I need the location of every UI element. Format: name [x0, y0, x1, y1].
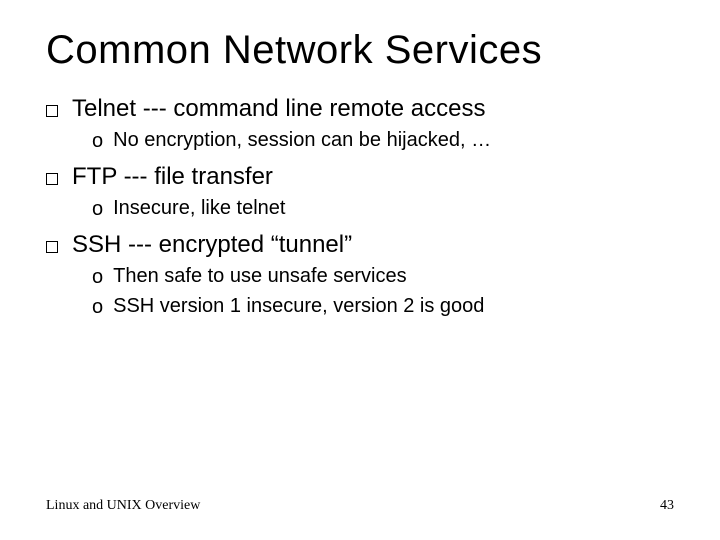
sub-list: o Then safe to use unsafe services o SSH…: [92, 265, 674, 319]
circle-bullet-icon: o: [92, 198, 103, 221]
footer-left: Linux and UNIX Overview: [46, 498, 200, 514]
list-item-text: Telnet --- command line remote access: [72, 95, 485, 123]
sub-item: o SSH version 1 insecure, version 2 is g…: [92, 295, 674, 319]
circle-bullet-icon: o: [92, 266, 103, 289]
slide-footer: Linux and UNIX Overview 43: [46, 498, 674, 514]
sub-item-text: No encryption, session can be hijacked, …: [113, 129, 491, 152]
list-item: Telnet --- command line remote access: [46, 95, 674, 123]
sub-item-text: Insecure, like telnet: [113, 197, 285, 220]
circle-bullet-icon: o: [92, 130, 103, 153]
square-bullet-icon: [46, 105, 58, 117]
square-bullet-icon: [46, 241, 58, 253]
sub-list: o No encryption, session can be hijacked…: [92, 129, 674, 153]
sub-list: o Insecure, like telnet: [92, 197, 674, 221]
bullet-list: Telnet --- command line remote access o …: [46, 95, 674, 319]
sub-item: o Insecure, like telnet: [92, 197, 674, 221]
sub-item-text: SSH version 1 insecure, version 2 is goo…: [113, 295, 484, 318]
sub-item: o Then safe to use unsafe services: [92, 265, 674, 289]
slide: Common Network Services Telnet --- comma…: [0, 0, 720, 540]
circle-bullet-icon: o: [92, 296, 103, 319]
sub-item: o No encryption, session can be hijacked…: [92, 129, 674, 153]
list-item: SSH --- encrypted “tunnel”: [46, 231, 674, 259]
list-item-text: SSH --- encrypted “tunnel”: [72, 231, 352, 259]
slide-number: 43: [660, 498, 674, 514]
list-item: FTP --- file transfer: [46, 163, 674, 191]
list-item-text: FTP --- file transfer: [72, 163, 273, 191]
sub-item-text: Then safe to use unsafe services: [113, 265, 407, 288]
slide-title: Common Network Services: [46, 28, 674, 73]
square-bullet-icon: [46, 173, 58, 185]
